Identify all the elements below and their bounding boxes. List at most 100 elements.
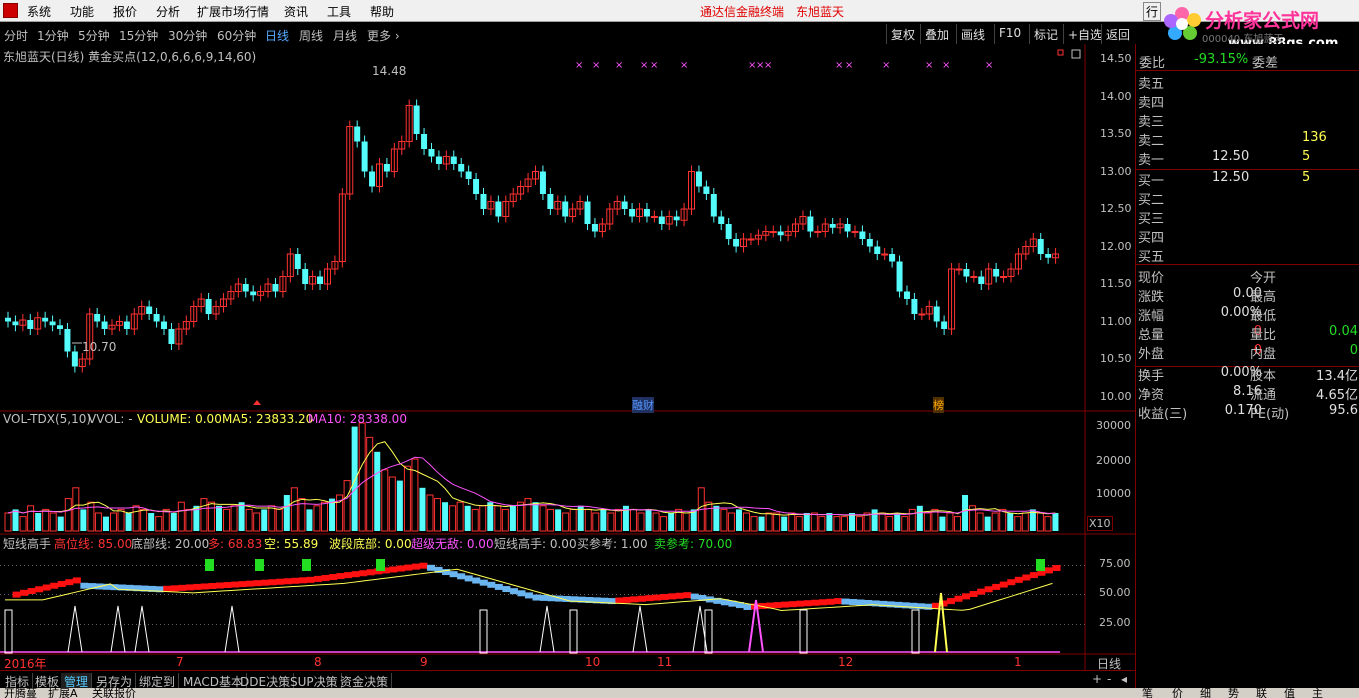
volume-bar (781, 516, 788, 531)
event-marker-rank[interactable]: 榜 (933, 397, 944, 413)
scroll-left-arrow-icon[interactable]: ◂ (1121, 672, 1127, 686)
menu-tools[interactable]: 工具 (327, 3, 351, 20)
candle-body (421, 134, 428, 149)
candle-body (317, 276, 324, 284)
menu-news[interactable]: 资讯 (284, 3, 308, 20)
candle-body (941, 321, 948, 329)
volume-bar (80, 509, 87, 531)
volume-bar (170, 513, 177, 531)
candle-body (161, 321, 168, 329)
zoom-out-button[interactable]: - (1107, 672, 1111, 686)
tf-monthly[interactable]: 月线 (333, 27, 357, 44)
tf-weekly[interactable]: 周线 (299, 27, 323, 44)
quote-button[interactable]: 行 (1143, 2, 1162, 21)
ind-band (781, 601, 790, 608)
stat-value-b: 0.04 (1329, 324, 1358, 339)
ind-band (404, 564, 413, 571)
tf-30min[interactable]: 30分钟 (168, 27, 207, 44)
buy-signal-box (376, 559, 385, 571)
ind-band (163, 585, 172, 592)
tf-5min[interactable]: 5分钟 (78, 27, 110, 44)
status-item-2[interactable]: 关联报价 (92, 688, 136, 698)
x-label-jan: 1 (1014, 655, 1022, 669)
volume-bar (102, 516, 109, 531)
ind-band (984, 586, 993, 593)
ind-band (27, 588, 36, 595)
zoom-in-button[interactable]: + (1092, 672, 1102, 686)
rtab-2[interactable]: 细 (1200, 688, 1211, 698)
f10-button[interactable]: F10 (994, 24, 1025, 44)
buy-label: 买五 (1138, 250, 1165, 265)
back-button[interactable]: 返回 (1101, 24, 1134, 44)
signal-cross: × (650, 60, 658, 71)
candle-body (955, 268, 963, 271)
rtab-6[interactable]: 主 (1312, 688, 1323, 698)
buy-signal-box (205, 559, 214, 571)
candle-body (859, 231, 866, 239)
ind-band (969, 591, 978, 597)
candle-body (465, 171, 472, 179)
buy-signal-box (302, 559, 311, 571)
volume-bar (35, 513, 42, 531)
menu-analysis[interactable]: 分析 (156, 3, 180, 20)
menu-ext-market[interactable]: 扩展市场行情 (197, 3, 269, 20)
candle-body (250, 291, 257, 296)
status-item-0[interactable]: 开腾蔓 (4, 688, 37, 698)
rtab-1[interactable]: 价 (1172, 688, 1183, 698)
menu-function[interactable]: 功能 (70, 3, 94, 20)
candle-body (361, 141, 368, 172)
tf-60min[interactable]: 60分钟 (217, 27, 256, 44)
vol-tick: 30000 (1096, 419, 1131, 432)
tf-daily[interactable]: 日线 (265, 27, 289, 44)
ind-band (638, 595, 647, 602)
rtab-4[interactable]: 联 (1256, 688, 1267, 698)
tf-15min[interactable]: 15分钟 (119, 27, 158, 44)
candle-body (703, 186, 710, 194)
ind-band (509, 588, 518, 595)
ind-band (419, 562, 428, 569)
rtab-3[interactable]: 势 (1228, 688, 1239, 698)
candle-body (71, 351, 78, 367)
candle-body (64, 329, 71, 352)
app-icon[interactable] (3, 3, 18, 18)
volume-bar (509, 505, 516, 531)
volume-bar (555, 509, 562, 531)
rtab-5[interactable]: 值 (1284, 688, 1295, 698)
ind-band (200, 583, 209, 590)
candle-body (354, 126, 361, 142)
sell-label: 卖三 (1138, 115, 1165, 130)
rtab-0[interactable]: 笔 (1142, 688, 1153, 698)
tf-1min[interactable]: 1分钟 (37, 27, 69, 44)
event-marker-finance[interactable]: 融财 (632, 397, 654, 413)
ind-band (246, 580, 255, 587)
candle-body (562, 201, 569, 217)
chart-area[interactable]: × × × × × × × × × × × × × × × (0, 44, 1135, 670)
candle-body (428, 149, 435, 157)
x-label-dec: 12 (838, 655, 854, 669)
ind-band (366, 569, 375, 576)
ind-band (992, 583, 1001, 590)
fuquan-button[interactable]: 复权 (886, 24, 919, 44)
stat-label-b: 内盘 (1250, 347, 1277, 362)
tf-fenshi[interactable]: 分时 (4, 27, 28, 44)
add-watchlist-button[interactable]: +自选 (1063, 24, 1106, 44)
ind-band (826, 598, 835, 605)
signal-cross: × (592, 60, 600, 71)
candle-body (650, 216, 658, 218)
ind-band (494, 583, 503, 590)
vol-unit-badge[interactable]: X10 (1087, 516, 1113, 531)
overlay-button[interactable]: 叠加 (920, 24, 953, 44)
ind-band (313, 575, 322, 582)
candle-body (584, 201, 591, 224)
tf-more[interactable]: 更多 › (367, 27, 400, 44)
menu-help[interactable]: 帮助 (370, 3, 394, 20)
menu-system[interactable]: 系统 (27, 3, 51, 20)
draw-button[interactable]: 画线 (956, 24, 989, 44)
price-tick: 13.50 (1100, 127, 1132, 140)
menu-quote[interactable]: 报价 (113, 3, 137, 20)
status-item-1[interactable]: 扩展A (48, 688, 78, 698)
mark-button[interactable]: 标记 (1029, 24, 1062, 44)
window-title: 通达信金融终端 东旭蓝天 (700, 5, 845, 19)
ind-band (283, 578, 292, 585)
ind-band (487, 581, 496, 588)
